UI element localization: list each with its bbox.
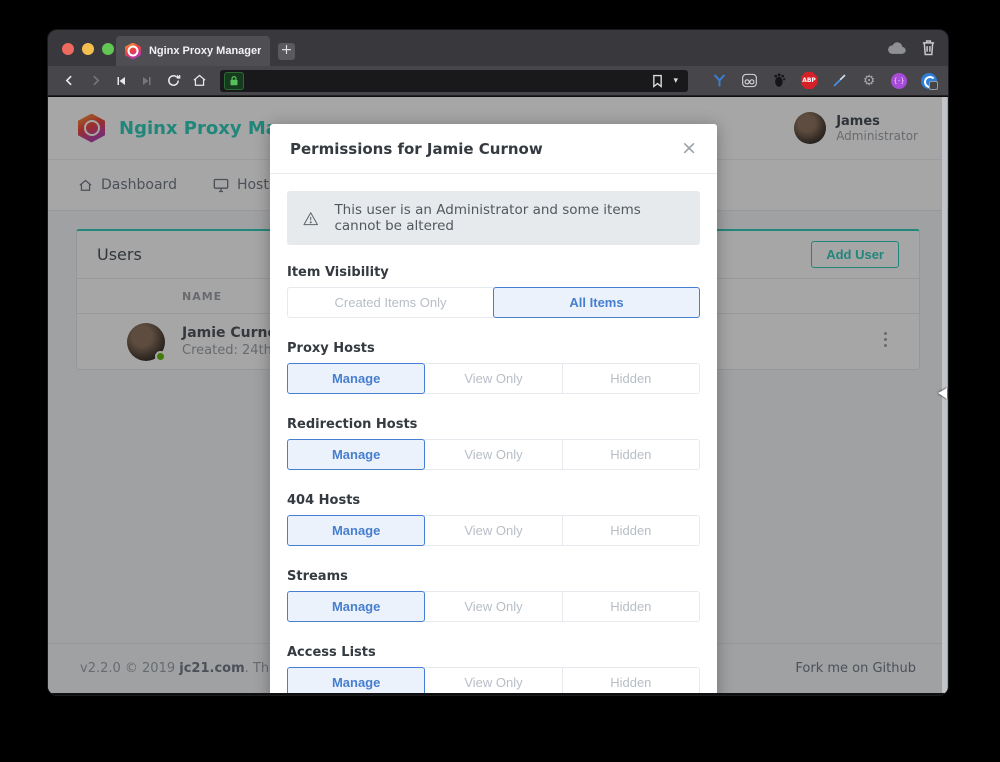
access-lists-manage-button[interactable]: Manage <box>287 667 425 693</box>
redirection-hosts-label: Redirection Hosts <box>287 417 700 432</box>
redirection-hosts-hidden-button[interactable]: Hidden <box>562 439 700 470</box>
proxy-hosts-group: Manage View Only Hidden <box>287 363 700 394</box>
bookmarks-dropdown-icon[interactable]: ▾ <box>673 76 678 86</box>
streams-viewonly-button[interactable]: View Only <box>424 591 562 622</box>
404-hosts-group: Manage View Only Hidden <box>287 515 700 546</box>
access-lists-viewonly-button[interactable]: View Only <box>424 667 562 693</box>
extension-privacy-icon[interactable] <box>920 72 938 90</box>
mouse-cursor <box>938 388 947 399</box>
back-button[interactable] <box>58 71 80 91</box>
visibility-all-items-button[interactable]: All Items <box>493 287 700 318</box>
admin-alert-text: This user is an Administrator and some i… <box>334 202 684 234</box>
extension-purple-icon[interactable]: {-} <box>890 72 908 90</box>
page-viewport: Nginx Proxy Manager James Administrator … <box>48 97 948 693</box>
maximize-window-button[interactable] <box>102 43 114 55</box>
404-hosts-label: 404 Hosts <box>287 493 700 508</box>
home-button[interactable] <box>188 71 210 91</box>
permissions-modal: Permissions for Jamie Curnow × This user… <box>270 124 717 693</box>
https-lock-icon[interactable] <box>224 72 244 90</box>
reload-button[interactable] <box>162 71 184 91</box>
streams-group: Manage View Only Hidden <box>287 591 700 622</box>
streams-hidden-button[interactable]: Hidden <box>562 591 700 622</box>
access-lists-group: Manage View Only Hidden <box>287 667 700 693</box>
item-visibility-label: Item Visibility <box>287 265 700 280</box>
tab-title: Nginx Proxy Manager <box>149 45 261 57</box>
minimize-window-button[interactable] <box>82 43 94 55</box>
404-hosts-viewonly-button[interactable]: View Only <box>424 515 562 546</box>
redirection-hosts-group: Manage View Only Hidden <box>287 439 700 470</box>
streams-label: Streams <box>287 569 700 584</box>
warning-triangle-icon <box>303 210 318 227</box>
modal-close-icon[interactable]: × <box>681 139 697 158</box>
browser-titlebar: Nginx Proxy Manager + <box>48 30 948 66</box>
browser-window: Nginx Proxy Manager + <box>48 30 948 695</box>
session-forward-icon[interactable] <box>136 71 158 91</box>
trash-icon[interactable] <box>921 39 936 56</box>
extension-gear-icon[interactable]: ⚙ <box>860 72 878 90</box>
item-visibility-group: Created Items Only All Items <box>287 287 700 318</box>
404-hosts-manage-button[interactable]: Manage <box>287 515 425 546</box>
admin-alert: This user is an Administrator and some i… <box>287 191 700 245</box>
extension-footprint-icon[interactable] <box>770 72 788 90</box>
extension-fork-icon[interactable] <box>710 72 728 90</box>
access-lists-hidden-button[interactable]: Hidden <box>562 667 700 693</box>
streams-manage-button[interactable]: Manage <box>287 591 425 622</box>
redirection-hosts-viewonly-button[interactable]: View Only <box>424 439 562 470</box>
proxy-hosts-viewonly-button[interactable]: View Only <box>424 363 562 394</box>
extension-pen-icon[interactable] <box>830 72 848 90</box>
extension-adblock-icon[interactable]: ABP <box>800 72 818 90</box>
npm-favicon-icon <box>125 43 141 60</box>
close-window-button[interactable] <box>62 43 74 55</box>
visibility-created-items-button[interactable]: Created Items Only <box>287 287 494 318</box>
new-tab-button[interactable]: + <box>278 43 295 60</box>
extension-goggles-icon[interactable] <box>740 72 758 90</box>
access-lists-label: Access Lists <box>287 645 700 660</box>
forward-button[interactable] <box>84 71 106 91</box>
address-bar[interactable]: ▾ <box>220 70 688 92</box>
proxy-hosts-hidden-button[interactable]: Hidden <box>562 363 700 394</box>
modal-title: Permissions for Jamie Curnow <box>290 140 543 158</box>
404-hosts-hidden-button[interactable]: Hidden <box>562 515 700 546</box>
redirection-hosts-manage-button[interactable]: Manage <box>287 439 425 470</box>
session-back-icon[interactable] <box>110 71 132 91</box>
browser-tab[interactable]: Nginx Proxy Manager <box>116 36 270 66</box>
proxy-hosts-manage-button[interactable]: Manage <box>287 363 425 394</box>
proxy-hosts-label: Proxy Hosts <box>287 341 700 356</box>
bookmark-icon[interactable] <box>652 74 663 88</box>
desktop: Nginx Proxy Manager + <box>0 0 1000 762</box>
browser-toolbar: ▾ ABP ⚙ {-} <box>48 66 948 96</box>
cloud-icon[interactable] <box>887 41 907 55</box>
window-controls <box>62 43 114 55</box>
